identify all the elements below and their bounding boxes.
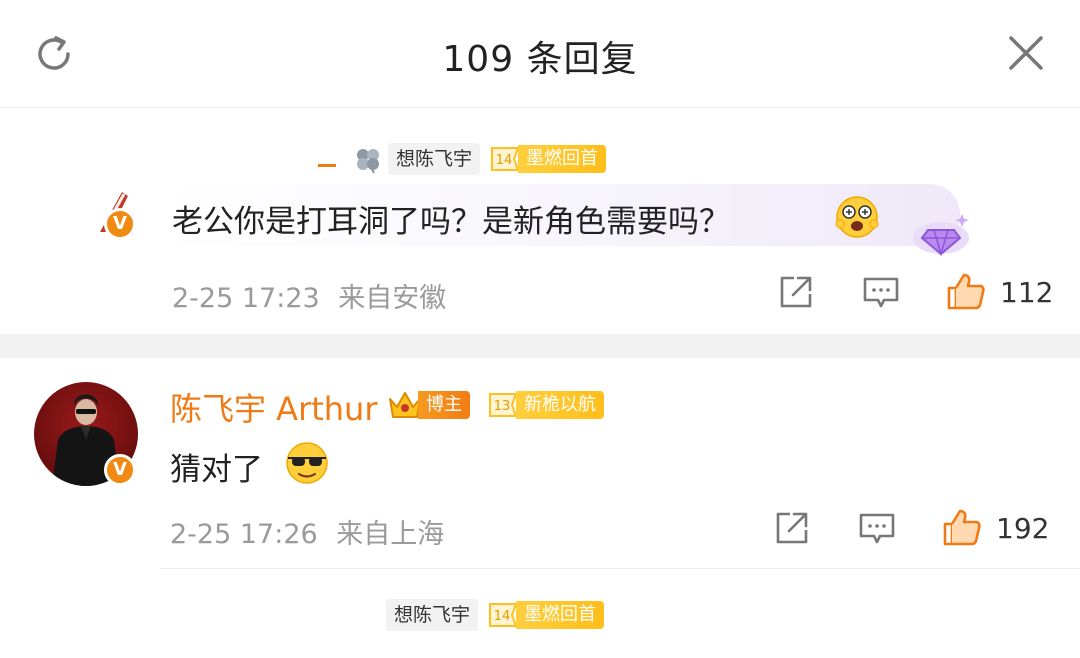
fan-level-icon: 14 (489, 603, 518, 627)
close-icon[interactable] (1005, 32, 1047, 74)
comment-meta: 2-25 17:26 来自上海 (170, 512, 444, 551)
like-icon[interactable] (946, 272, 986, 310)
clover-icon (357, 149, 379, 174)
reply-sheet-header: 109 条回复 (0, 0, 1080, 108)
comment-text: 猜对了 (170, 452, 263, 488)
excited-face-emoji-icon (835, 196, 879, 238)
author-name[interactable]: 陈飞宇 Arthur (170, 384, 378, 430)
fan-title: 新桅以航 (516, 391, 604, 419)
reply-to-name[interactable]: 想陈飞宇 (386, 599, 479, 631)
comment-time: 2-25 17:23 (172, 283, 320, 314)
fan-level-badge: 13 新桅以航 (486, 390, 604, 420)
reply-to-tag[interactable]: 想陈飞宇 14 墨燃回首 (316, 142, 607, 176)
section-separator (0, 334, 1080, 358)
host-badge: 博主 (386, 388, 470, 422)
reply-to-name[interactable]: 想陈飞宇 (388, 143, 481, 175)
share-icon[interactable] (774, 510, 810, 546)
like-count: 192 (996, 512, 1050, 545)
page-title: 109 条回复 (442, 39, 638, 80)
fan-title: 墨燃回首 (518, 145, 607, 173)
host-label: 博主 (418, 391, 470, 419)
sunglasses-face-emoji-icon (286, 442, 328, 484)
verified-badge: V (104, 208, 136, 240)
like-count: 112 (1000, 276, 1054, 309)
fan-level-number: 14 (494, 609, 511, 624)
fan-level-icon: 14 (491, 147, 520, 171)
comment-icon[interactable] (862, 276, 900, 310)
purple-gem-badge-icon (913, 214, 969, 257)
comment-location: 来自上海 (336, 519, 445, 550)
share-icon[interactable] (778, 274, 814, 310)
fan-level-icon: 13 (489, 393, 518, 417)
cropped-avatar-icon (318, 164, 336, 167)
comment-divider (160, 568, 1080, 569)
comment-icon[interactable] (858, 512, 896, 546)
like-icon[interactable] (942, 508, 982, 546)
comment-meta: 2-25 17:23 来自安徽 (172, 276, 446, 315)
fan-level-number: 14 (496, 153, 513, 168)
comment-text: 老公你是打耳洞了吗？是新角色需要吗？ (172, 204, 730, 240)
fan-level-badge: 14 墨燃回首 (486, 600, 605, 630)
fan-title: 墨燃回首 (516, 601, 605, 629)
comment-location: 来自安徽 (338, 283, 447, 314)
fan-level-number: 13 (494, 399, 511, 414)
reply-to-tag[interactable]: 想陈飞宇 14 墨燃回首 (386, 598, 605, 632)
verified-badge: V (104, 454, 136, 486)
fan-level-badge: 14 墨燃回首 (488, 144, 607, 174)
comment-time: 2-25 17:26 (170, 519, 318, 550)
